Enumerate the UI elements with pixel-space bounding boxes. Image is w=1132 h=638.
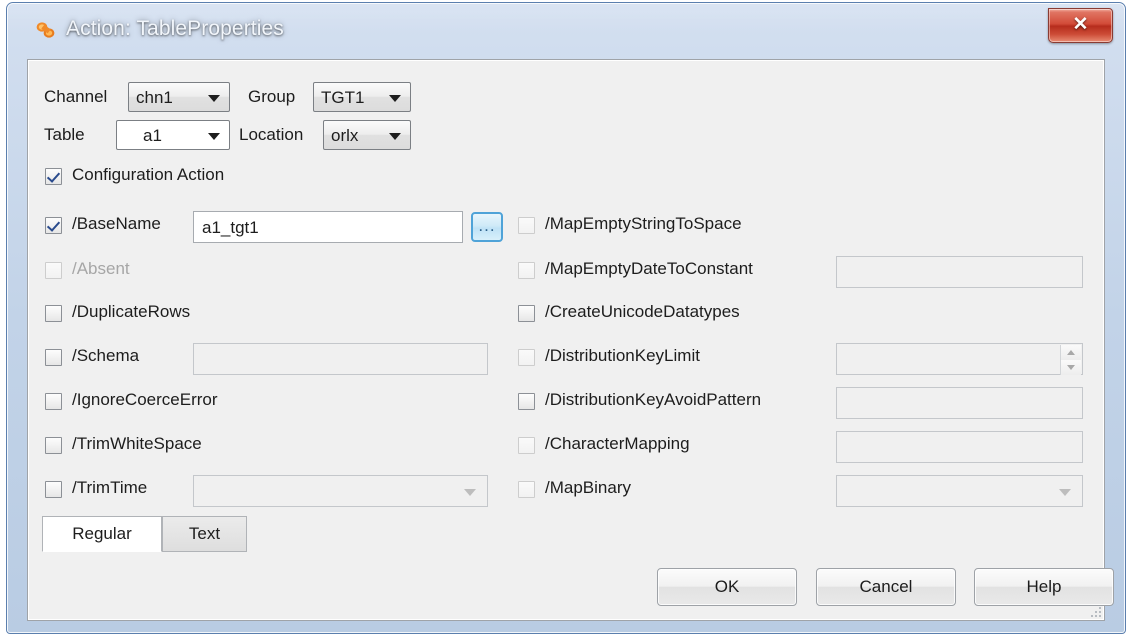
group-combo[interactable]: TGT1 <box>313 82 411 112</box>
basename-input-value: a1_tgt1 <box>202 218 259 237</box>
basename-input[interactable]: a1_tgt1 <box>193 211 463 243</box>
triangle-up-icon <box>1067 350 1075 355</box>
channel-combo[interactable]: chn1 <box>128 82 230 112</box>
absent-label: /Absent <box>72 259 130 278</box>
chevron-down-icon <box>389 95 401 102</box>
spinner-down-button[interactable] <box>1061 360 1081 375</box>
absent-checkbox <box>45 262 62 279</box>
trimwhitespace-checkbox[interactable] <box>45 437 62 454</box>
ok-button[interactable]: OK <box>657 568 797 606</box>
charactermapping-label: /CharacterMapping <box>545 434 690 453</box>
tab-regular[interactable]: Regular <box>42 516 162 552</box>
window-title: Action: TableProperties <box>66 17 284 40</box>
chevron-down-icon <box>464 489 476 496</box>
chevron-down-icon <box>208 133 220 140</box>
table-combo-value: a1 <box>143 126 162 145</box>
location-label: Location <box>239 125 304 144</box>
location-combo[interactable]: orlx <box>323 120 411 150</box>
basename-checkbox[interactable] <box>45 217 62 234</box>
mapemptystringtospace-checkbox[interactable] <box>518 217 535 234</box>
configuration-action-label: Configuration Action <box>72 165 225 184</box>
channel-label: Channel <box>44 87 108 106</box>
schema-input[interactable] <box>193 343 488 375</box>
trimtime-checkbox[interactable] <box>45 481 62 498</box>
tab-text[interactable]: Text <box>162 516 247 552</box>
spinner-buttons[interactable] <box>1060 345 1081 375</box>
trimtime-label: /TrimTime <box>72 478 148 497</box>
close-button[interactable]: ✕ <box>1048 8 1113 43</box>
createunicodedatatypes-label: /CreateUnicodeDatatypes <box>545 302 740 321</box>
charactermapping-input[interactable] <box>836 431 1083 463</box>
ignorecoerceerror-checkbox[interactable] <box>45 393 62 410</box>
browse-button[interactable]: ... <box>471 212 503 242</box>
chevron-down-icon <box>208 95 220 102</box>
duplicaterows-label: /DuplicateRows <box>72 302 191 321</box>
trimwhitespace-label: /TrimWhiteSpace <box>72 434 202 453</box>
schema-label: /Schema <box>72 346 140 365</box>
cancel-button[interactable]: Cancel <box>816 568 956 606</box>
cancel-button-label: Cancel <box>859 577 913 596</box>
createunicodedatatypes-checkbox[interactable] <box>518 305 535 322</box>
mapemptydatetoconstant-input[interactable] <box>836 256 1083 288</box>
schema-checkbox[interactable] <box>45 349 62 366</box>
distributionkeylimit-checkbox[interactable] <box>518 349 535 366</box>
chevron-down-icon <box>389 133 401 140</box>
distributionkeyavoidpattern-input[interactable] <box>836 387 1083 419</box>
distributionkeyavoidpattern-label: /DistributionKeyAvoidPattern <box>545 390 762 409</box>
mapemptystringtospace-label: /MapEmptyStringToSpace <box>545 214 742 233</box>
distributionkeylimit-spinner[interactable] <box>836 343 1083 375</box>
help-button[interactable]: Help <box>974 568 1114 606</box>
configuration-action-checkbox[interactable] <box>45 168 62 185</box>
resize-grip[interactable] <box>1087 603 1101 617</box>
mapemptydatetoconstant-label: /MapEmptyDateToConstant <box>545 259 753 278</box>
mapemptydatetoconstant-checkbox[interactable] <box>518 262 535 279</box>
trimtime-dropdown[interactable] <box>193 475 488 507</box>
close-icon: ✕ <box>1072 14 1089 35</box>
dialog-window: Action: TableProperties ✕ Channel chn1 G… <box>6 2 1126 634</box>
charactermapping-checkbox[interactable] <box>518 437 535 454</box>
triangle-down-icon <box>1067 365 1075 370</box>
distributionkeylimit-label: /DistributionKeyLimit <box>545 346 700 365</box>
group-combo-value: TGT1 <box>321 88 365 107</box>
ok-button-label: OK <box>714 577 740 596</box>
table-label: Table <box>44 125 85 144</box>
spinner-up-button[interactable] <box>1061 345 1081 361</box>
mapbinary-checkbox[interactable] <box>518 481 535 498</box>
help-button-label: Help <box>1026 577 1062 596</box>
beads-icon <box>36 22 55 38</box>
dialog-content-panel: Channel chn1 Group TGT1 Table a1 Locatio… <box>27 59 1114 621</box>
channel-combo-value: chn1 <box>136 88 173 107</box>
distributionkeyavoidpattern-checkbox[interactable] <box>518 393 535 410</box>
duplicaterows-checkbox[interactable] <box>45 305 62 322</box>
group-label: Group <box>248 87 296 106</box>
ignorecoerceerror-label: /IgnoreCoerceError <box>72 390 218 409</box>
mapbinary-label: /MapBinary <box>545 478 631 497</box>
mapbinary-dropdown[interactable] <box>836 475 1083 507</box>
basename-label: /BaseName <box>72 214 161 233</box>
tab-text-label: Text <box>188 524 221 543</box>
location-combo-value: orlx <box>331 126 359 145</box>
tab-regular-label: Regular <box>72 524 132 543</box>
title-bar[interactable]: Action: TableProperties ✕ <box>8 4 1124 54</box>
ellipsis-icon: ... <box>478 216 496 235</box>
table-combo[interactable]: a1 <box>116 120 230 150</box>
chevron-down-icon <box>1059 489 1071 496</box>
